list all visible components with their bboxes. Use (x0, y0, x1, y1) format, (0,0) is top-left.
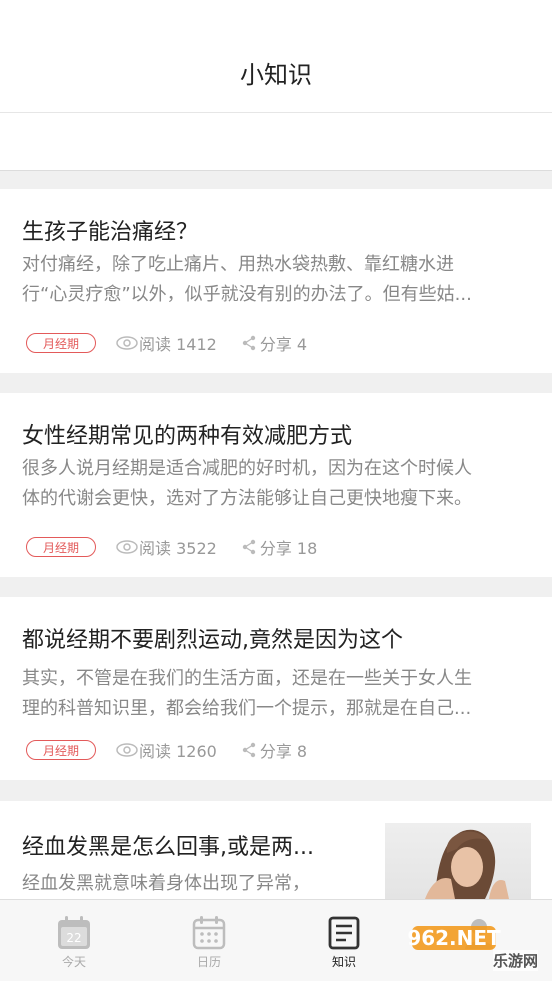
article-summary: 很多人说月经期是适合减肥的好时机，因为在这个时候人 体的代谢会更快，选对了方法能… (22, 458, 472, 509)
category-tag[interactable]: 月经期 (26, 333, 96, 353)
share-count: 分享 8 (259, 742, 308, 761)
article-meta: 月经期 阅读 3522 分享 18 (26, 536, 317, 558)
eye-icon (116, 743, 138, 757)
watermark-logo: 962.NET 乐游网 (407, 922, 546, 974)
share-icon[interactable] (241, 539, 257, 555)
article-title: 女性经期常见的两种有效减肥方式 (22, 424, 353, 449)
article-meta: 月经期 阅读 1260 分享 8 (26, 739, 307, 761)
page-title: 小知识 (240, 61, 312, 89)
share-count: 分享 4 (259, 335, 308, 354)
read-count: 阅读 1412 (139, 335, 217, 354)
eye-icon (116, 336, 138, 350)
article-title: 生孩子能治痛经？ (22, 220, 199, 245)
article-summary: 其实，不管是在我们的生活方面，还是在一些关于女人生 理的科普知识里，都会给我们一… (22, 668, 472, 719)
share-icon[interactable] (241, 335, 257, 351)
calendar-grid-icon (192, 916, 226, 950)
tab-label: 日历 (196, 955, 221, 969)
woman-photo-icon (425, 829, 509, 899)
share-count: 分享 18 (259, 539, 318, 558)
tab-today[interactable]: 22 今天 (34, 900, 114, 981)
article-summary: 对付痛经，除了吃止痛片、用热水袋热敷、靠红糖水进 行“心灵疗愈”以外，似乎就没有… (22, 254, 472, 305)
article-summary: 经血发黑就意味着身体出现了异常， (22, 873, 310, 894)
tab-label: 知识 (331, 955, 356, 969)
article-meta: 月经期 阅读 1412 分享 4 (26, 332, 307, 354)
article-card-3[interactable]: 都说经期不要剧烈运动,竟然是因为这个 其实，不管是在我们的生活方面，还是在一些关… (0, 597, 552, 780)
svg-text:962.NET: 962.NET (408, 926, 501, 950)
tab-knowledge[interactable]: 知识 (304, 900, 384, 981)
read-count: 阅读 3522 (139, 539, 217, 558)
header-band (0, 113, 552, 171)
calendar-today-icon: 22 (58, 916, 90, 949)
eye-icon (116, 540, 138, 554)
category-tag[interactable]: 月经期 (26, 537, 96, 557)
header: 小知识 (0, 0, 552, 113)
article-title: 经血发黑是怎么回事,或是两... (22, 835, 314, 860)
article-title: 都说经期不要剧烈运动,竟然是因为这个 (22, 628, 403, 653)
today-date-badge: 22 (66, 931, 81, 945)
article-card-1[interactable]: 生孩子能治痛经？ 对付痛经，除了吃止痛片、用热水袋热敷、靠红糖水进 行“心灵疗愈… (0, 189, 552, 373)
share-icon[interactable] (241, 742, 257, 758)
article-card-2[interactable]: 女性经期常见的两种有效减肥方式 很多人说月经期是适合减肥的好时机，因为在这个时候… (0, 393, 552, 577)
tab-label: 今天 (61, 955, 86, 969)
watermark-text: 乐游网 (492, 950, 538, 971)
category-tag[interactable]: 月经期 (26, 740, 96, 760)
watermark-962-icon: 962.NET (407, 926, 501, 950)
article-thumbnail[interactable] (385, 823, 531, 899)
tab-calendar[interactable]: 日历 (169, 900, 249, 981)
read-count: 阅读 1260 (139, 742, 217, 761)
article-icon (328, 916, 360, 950)
